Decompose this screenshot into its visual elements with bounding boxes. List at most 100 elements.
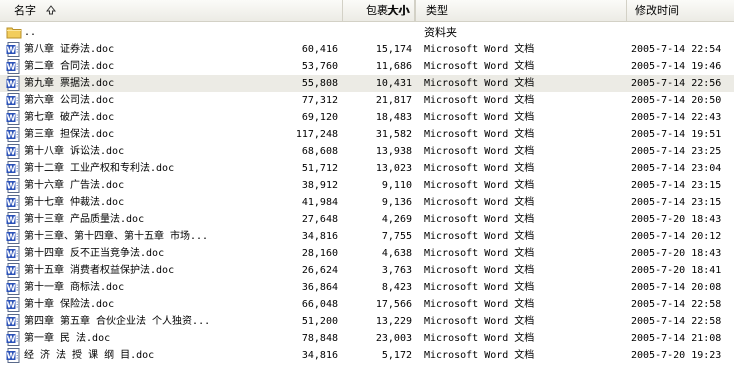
file-size: 117,248 <box>295 129 338 140</box>
file-name: 第十二章 工业产权和专利法.doc <box>24 163 175 174</box>
svg-text:W: W <box>7 318 16 327</box>
word-doc-icon: W <box>6 212 20 227</box>
file-row[interactable]: W 经 济 法 授 课 纲 目.doc 34,816 5,172 Microsoft W… <box>0 347 734 364</box>
file-modified: 2005-7-14 22:58 <box>631 316 722 327</box>
file-row[interactable]: W 第十二章 工业产权和专利法.doc 51,712 13,023 Microsoft … <box>0 160 734 177</box>
file-size: 60,416 <box>301 44 338 55</box>
file-size: 51,200 <box>301 316 338 327</box>
file-packed-size: 9,110 <box>381 180 412 191</box>
file-modified: 2005-7-14 23:25 <box>631 146 722 157</box>
word-doc-icon: W <box>6 297 20 312</box>
svg-text:W: W <box>7 114 16 123</box>
column-header-packed-size-label: 包裹大小 <box>366 4 410 17</box>
file-row[interactable]: W 第十三章 产品质量法.doc 27,648 4,269 Microsoft Word… <box>0 211 734 228</box>
file-row[interactable]: W 第八章 证券法.doc 60,416 15,174 Microsoft Word 文… <box>0 41 734 58</box>
file-name: 第十五章 消费者权益保护法.doc <box>24 265 175 276</box>
word-doc-icon: W <box>6 59 20 74</box>
file-name: 第十一章 商标法.doc <box>24 282 125 293</box>
file-row[interactable]: W 第十五章 消费者权益保护法.doc 26,624 3,763 Microsoft W… <box>0 262 734 279</box>
word-doc-icon-wrap: W <box>6 313 22 330</box>
file-type: Microsoft Word 文档 <box>424 44 535 55</box>
file-row[interactable]: W 第二章 合同法.doc 53,760 11,686 Microsoft Word 文… <box>0 58 734 75</box>
file-row[interactable]: W 第十四章 反不正当竞争法.doc 28,160 4,638 Microsoft Wo… <box>0 245 734 262</box>
file-list: .. 资料夹 W 第八章 证券法.doc 60,416 15,174 Microsoft… <box>0 24 734 364</box>
file-packed-size: 21,817 <box>375 95 412 106</box>
file-size: 53,760 <box>301 61 338 72</box>
file-row[interactable]: W 第三章 担保法.doc 117,248 31,582 Microsoft Word … <box>0 126 734 143</box>
file-row[interactable]: W 第十八章 诉讼法.doc 68,608 13,938 Microsoft Word … <box>0 143 734 160</box>
word-doc-icon-wrap: W <box>6 330 22 347</box>
svg-text:W: W <box>7 216 16 225</box>
file-packed-size: 31,582 <box>375 129 412 140</box>
word-doc-icon: W <box>6 161 20 176</box>
file-modified: 2005-7-14 20:50 <box>631 95 722 106</box>
word-doc-icon-wrap: W <box>6 262 22 279</box>
file-packed-size: 13,938 <box>375 146 412 157</box>
file-name: 第六章 公司法.doc <box>24 95 115 106</box>
file-packed-size: 13,229 <box>375 316 412 327</box>
file-modified: 2005-7-20 18:43 <box>631 214 722 225</box>
file-name: 第十章 保险法.doc <box>24 299 115 310</box>
file-type: Microsoft Word 文档 <box>424 95 535 106</box>
file-row[interactable]: W 第一章 民 法.doc 78,848 23,003 Microsoft Word 文… <box>0 330 734 347</box>
file-modified: 2005-7-20 19:23 <box>631 350 722 361</box>
column-header-name[interactable]: 名字 <box>0 0 343 21</box>
svg-text:W: W <box>7 199 16 208</box>
file-type: Microsoft Word 文档 <box>424 146 535 157</box>
file-name: 第一章 民 法.doc <box>24 333 111 344</box>
word-doc-icon-wrap: W <box>6 143 22 160</box>
file-modified: 2005-7-14 20:12 <box>631 231 722 242</box>
file-packed-size: 9,136 <box>381 197 412 208</box>
word-doc-icon-wrap: W <box>6 194 22 211</box>
file-row[interactable]: W 第十一章 商标法.doc 36,864 8,423 Microsoft Word 文… <box>0 279 734 296</box>
file-modified: 2005-7-14 22:43 <box>631 112 722 123</box>
word-doc-icon-wrap: W <box>6 41 22 58</box>
file-packed-size: 8,423 <box>381 282 412 293</box>
column-header-name-label: 名字 <box>14 4 36 17</box>
file-size: 69,120 <box>301 112 338 123</box>
file-row[interactable]: W 第十六章 广告法.doc 38,912 9,110 Microsoft Word 文… <box>0 177 734 194</box>
file-row[interactable]: W 第十章 保险法.doc 66,048 17,566 Microsoft Word 文… <box>0 296 734 313</box>
file-size: 26,624 <box>301 265 338 276</box>
svg-text:W: W <box>7 335 16 344</box>
file-size: 55,808 <box>301 78 338 89</box>
file-row[interactable]: W 第四章 第五章 合伙企业法 个人独资... 51,200 13,229 Micros… <box>0 313 734 330</box>
column-header-bar: 名字 大小 包裹大小 类型 修改时间 <box>0 0 734 22</box>
column-header-type[interactable]: 类型 <box>416 0 626 21</box>
parent-folder-type: 资料夹 <box>424 26 457 39</box>
file-row[interactable]: W 第十三章、第十四章、第十五章 市场... 34,816 7,755 Microsof… <box>0 228 734 245</box>
file-packed-size: 11,686 <box>375 61 412 72</box>
word-doc-icon-wrap: W <box>6 126 22 143</box>
file-modified: 2005-7-14 20:08 <box>631 282 722 293</box>
svg-text:W: W <box>7 182 16 191</box>
parent-folder-row[interactable]: .. 资料夹 <box>0 24 734 41</box>
sort-ascending-icon <box>45 5 56 15</box>
svg-text:W: W <box>7 233 16 242</box>
file-row[interactable]: W 第六章 公司法.doc 77,312 21,817 Microsoft Word 文… <box>0 92 734 109</box>
file-type: Microsoft Word 文档 <box>424 214 535 225</box>
file-row[interactable]: W 第七章 破产法.doc 69,120 18,483 Microsoft Word 文… <box>0 109 734 126</box>
file-name: 第七章 破产法.doc <box>24 112 115 123</box>
file-name: 第十四章 反不正当竞争法.doc <box>24 248 165 259</box>
svg-text:W: W <box>7 97 16 106</box>
file-rows: W 第八章 证券法.doc 60,416 15,174 Microsoft Word 文… <box>0 41 734 364</box>
word-doc-icon-wrap: W <box>6 58 22 75</box>
word-doc-icon: W <box>6 229 20 244</box>
file-packed-size: 18,483 <box>375 112 412 123</box>
svg-text:W: W <box>7 148 16 157</box>
word-doc-icon-wrap: W <box>6 92 22 109</box>
word-doc-icon: W <box>6 246 20 261</box>
file-packed-size: 4,269 <box>381 214 412 225</box>
file-type: Microsoft Word 文档 <box>424 129 535 140</box>
column-header-modified[interactable]: 修改时间 <box>626 0 734 21</box>
word-doc-icon: W <box>6 195 20 210</box>
file-type: Microsoft Word 文档 <box>424 197 535 208</box>
column-header-packed-size-label-cell[interactable]: 包裹大小 <box>343 0 416 21</box>
svg-text:W: W <box>7 80 16 89</box>
file-packed-size: 5,172 <box>381 350 412 361</box>
file-row[interactable]: W 第九章 票据法.doc 55,808 10,431 Microsoft Word 文… <box>0 75 734 92</box>
file-packed-size: 7,755 <box>381 231 412 242</box>
file-row[interactable]: W 第十七章 仲裁法.doc 41,984 9,136 Microsoft Word 文… <box>0 194 734 211</box>
file-packed-size: 15,174 <box>375 44 412 55</box>
word-doc-icon: W <box>6 144 20 159</box>
